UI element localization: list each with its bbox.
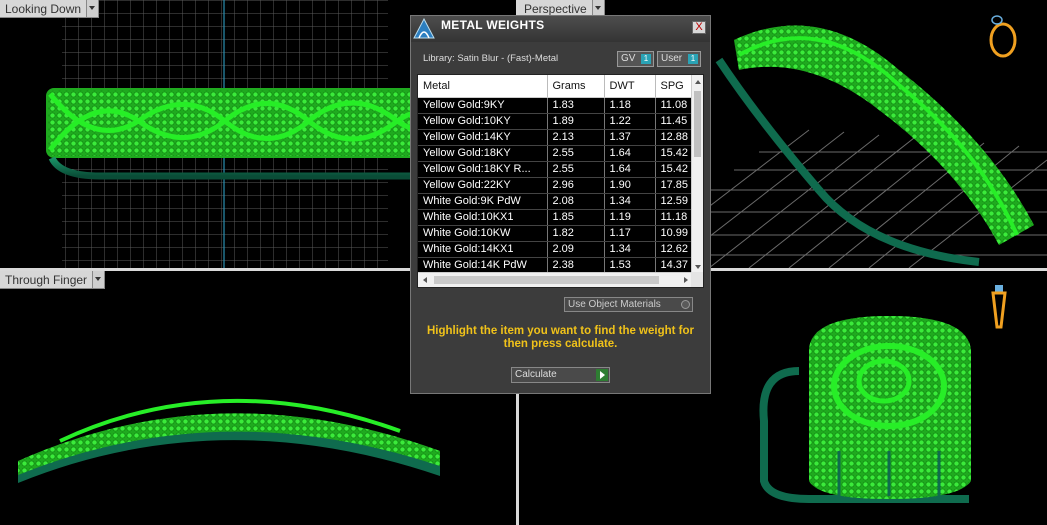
- user-indicator: 1: [688, 54, 698, 64]
- metal-cell: Yellow Gold:18KY R...: [418, 161, 548, 178]
- scrollbar-corner: [691, 272, 703, 287]
- metal-cell: Yellow Gold:14KY: [418, 129, 548, 146]
- metal-cell: Yellow Gold:18KY: [418, 145, 548, 162]
- metal-cell: White Gold:9K PdW: [418, 193, 548, 210]
- grams-cell: 2.96: [547, 177, 605, 194]
- vertical-scrollbar[interactable]: [691, 75, 703, 273]
- grams-cell: 1.85: [547, 209, 605, 226]
- dwt-cell: 1.64: [604, 145, 656, 162]
- table-row[interactable]: White Gold:14K PdW 2.38 1.53 14.37: [418, 257, 703, 274]
- instruction-text: Highlight the item you want to find the …: [426, 325, 695, 350]
- grams-cell: 2.55: [547, 145, 605, 162]
- calculate-label: Calculate: [515, 369, 557, 380]
- metal-weights-dialog: METAL WEIGHTS X Library: Satin Blur - (F…: [410, 15, 711, 394]
- metal-cell: White Gold:14K PdW: [418, 257, 548, 274]
- use-object-materials-toggle[interactable]: Use Object Materials: [564, 297, 693, 312]
- metal-table[interactable]: Metal Grams DWT SPG Yellow Gold:9KY 1.83 1…: [417, 74, 704, 288]
- metal-cell: Yellow Gold:9KY: [418, 97, 548, 114]
- dialog-title: METAL WEIGHTS: [441, 18, 545, 32]
- grams-cell: 2.09: [547, 241, 605, 258]
- use-object-materials-label: Use Object Materials: [568, 299, 661, 310]
- scroll-right-icon[interactable]: [684, 277, 688, 283]
- dwt-cell: 1.90: [604, 177, 656, 194]
- dwt-cell: 1.64: [604, 161, 656, 178]
- metal-cell: Yellow Gold:22KY: [418, 177, 548, 194]
- table-row[interactable]: Yellow Gold:18KY R... 2.55 1.64 15.42: [418, 161, 703, 178]
- chevron-down-icon[interactable]: [93, 271, 106, 289]
- play-arrow-icon[interactable]: [596, 369, 608, 381]
- table-row[interactable]: White Gold:14KX1 2.09 1.34 12.62: [418, 241, 703, 258]
- grams-cell: 1.83: [547, 97, 605, 114]
- viewport-label: Through Finger: [0, 271, 94, 289]
- grams-cell: 1.82: [547, 225, 605, 242]
- viewport-tab-through-finger[interactable]: Through Finger: [0, 271, 106, 289]
- metal-cell: Yellow Gold:10KY: [418, 113, 548, 130]
- gv-indicator: 1: [641, 54, 651, 64]
- user-label: User: [661, 53, 683, 64]
- grams-cell: 2.55: [547, 161, 605, 178]
- dwt-cell: 1.37: [604, 129, 656, 146]
- dwt-cell: 1.34: [604, 241, 656, 258]
- metal-cell: White Gold:10KX1: [418, 209, 548, 226]
- horizontal-scrollbar[interactable]: [418, 272, 693, 287]
- viewport-tab-looking-down[interactable]: Looking Down: [0, 0, 100, 18]
- table-row[interactable]: White Gold:10KX1 1.85 1.19 11.18: [418, 209, 703, 226]
- grams-cell: 2.08: [547, 193, 605, 210]
- grams-cell: 1.89: [547, 113, 605, 130]
- gv-toggle[interactable]: GV 1: [617, 51, 654, 67]
- ring-view-icon: [991, 285, 1007, 329]
- close-icon[interactable]: X: [692, 21, 706, 34]
- dwt-cell: 1.53: [604, 257, 656, 274]
- dwt-cell: 1.22: [604, 113, 656, 130]
- table-row[interactable]: White Gold:9K PdW 2.08 1.34 12.59: [418, 193, 703, 210]
- chevron-down-icon[interactable]: [87, 0, 100, 18]
- scroll-up-icon[interactable]: [695, 80, 701, 84]
- table-row[interactable]: Yellow Gold:10KY 1.89 1.22 11.45: [418, 113, 703, 130]
- table-row[interactable]: Yellow Gold:22KY 2.96 1.90 17.85: [418, 177, 703, 194]
- table-header-row: Metal Grams DWT SPG: [418, 75, 703, 98]
- dialog-titlebar[interactable]: METAL WEIGHTS X: [411, 16, 710, 42]
- metal-cell: White Gold:10KW: [418, 225, 548, 242]
- calculate-button[interactable]: Calculate: [511, 367, 610, 383]
- dwt-cell: 1.18: [604, 97, 656, 114]
- scroll-left-icon[interactable]: [423, 277, 427, 283]
- scroll-down-icon[interactable]: [695, 265, 701, 269]
- dwt-cell: 1.19: [604, 209, 656, 226]
- app-logo-icon: [413, 18, 435, 39]
- column-header-grams[interactable]: Grams: [547, 75, 605, 98]
- library-label: Library: Satin Blur - (Fast)-Metal: [423, 53, 559, 64]
- scrollbar-thumb[interactable]: [694, 91, 701, 157]
- gv-label: GV: [621, 53, 636, 64]
- ring-view-icon: [989, 15, 1017, 58]
- radio-icon[interactable]: [681, 300, 690, 309]
- metal-weights-table: Metal Grams DWT SPG Yellow Gold:9KY 1.83 1…: [418, 75, 703, 274]
- table-row[interactable]: Yellow Gold:9KY 1.83 1.18 11.08: [418, 97, 703, 114]
- user-toggle[interactable]: User 1: [657, 51, 701, 67]
- column-header-metal[interactable]: Metal: [418, 75, 548, 98]
- column-header-dwt[interactable]: DWT: [604, 75, 656, 98]
- metal-cell: White Gold:14KX1: [418, 241, 548, 258]
- scrollbar-thumb[interactable]: [434, 276, 659, 284]
- grams-cell: 2.38: [547, 257, 605, 274]
- dwt-cell: 1.17: [604, 225, 656, 242]
- table-row[interactable]: White Gold:10KW 1.82 1.17 10.99: [418, 225, 703, 242]
- dwt-cell: 1.34: [604, 193, 656, 210]
- viewport-label: Looking Down: [0, 0, 88, 18]
- grams-cell: 2.13: [547, 129, 605, 146]
- table-row[interactable]: Yellow Gold:14KY 2.13 1.37 12.88: [418, 129, 703, 146]
- table-row[interactable]: Yellow Gold:18KY 2.55 1.64 15.42: [418, 145, 703, 162]
